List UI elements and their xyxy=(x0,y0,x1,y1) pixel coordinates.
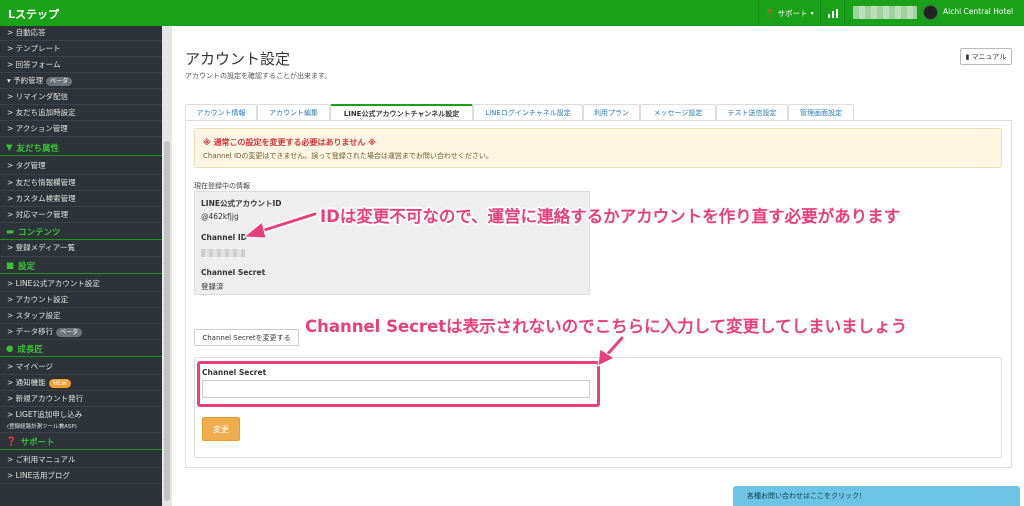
annotation-channel-id: IDは変更不可なので、運営に連絡するかアカウントを作り直す必要があります xyxy=(320,207,901,226)
contact-bar[interactable]: 各種お問い合わせはここをクリック！ xyxy=(733,486,1020,506)
annotation-channel-secret: Channel Secretは表示されないのでこちらに入力して変更してしまいまし… xyxy=(305,317,908,336)
annotation-arrows xyxy=(242,211,625,367)
arrow-to-channel-id xyxy=(242,211,318,239)
arrow-to-secret-input xyxy=(597,335,625,367)
